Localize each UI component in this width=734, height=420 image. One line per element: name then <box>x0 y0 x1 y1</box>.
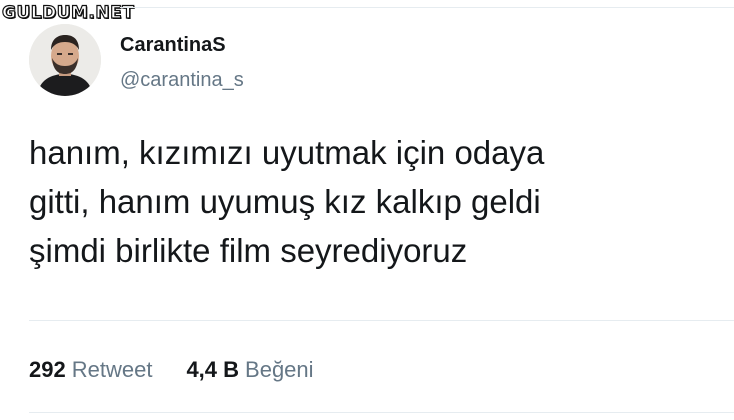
retweet-count: 292 <box>29 357 66 382</box>
author-display-name[interactable]: CarantinaS <box>120 33 226 57</box>
like-stat[interactable]: 4,4 B Beğeni <box>186 356 313 384</box>
like-count: 4,4 B <box>186 357 240 382</box>
like-label: Beğeni <box>245 357 314 382</box>
avatar[interactable] <box>29 24 101 96</box>
tweet-stats: 292 Retweet 4,4 B Beğeni <box>29 356 314 384</box>
top-divider <box>120 7 734 8</box>
tweet-line: şimdi birlikte film seyrediyoruz <box>29 232 468 269</box>
tweet-line: hanım, kızımızı uyutmak için odaya <box>29 134 545 171</box>
retweet-label: Retweet <box>71 357 153 382</box>
stats-divider-top <box>29 320 734 321</box>
author-handle[interactable]: @carantina_s <box>120 68 244 92</box>
tweet-text: hanım, kızımızı uyutmak için odaya gitti… <box>29 128 729 275</box>
avatar-photo <box>29 24 101 96</box>
tweet-line: gitti, hanım uyumuş kız kalkıp geldi <box>29 183 541 220</box>
stats-divider-bottom <box>29 412 734 413</box>
retweet-stat[interactable]: 292 Retweet <box>29 356 152 384</box>
watermark-logo: GULDUM.NET <box>1 2 135 23</box>
